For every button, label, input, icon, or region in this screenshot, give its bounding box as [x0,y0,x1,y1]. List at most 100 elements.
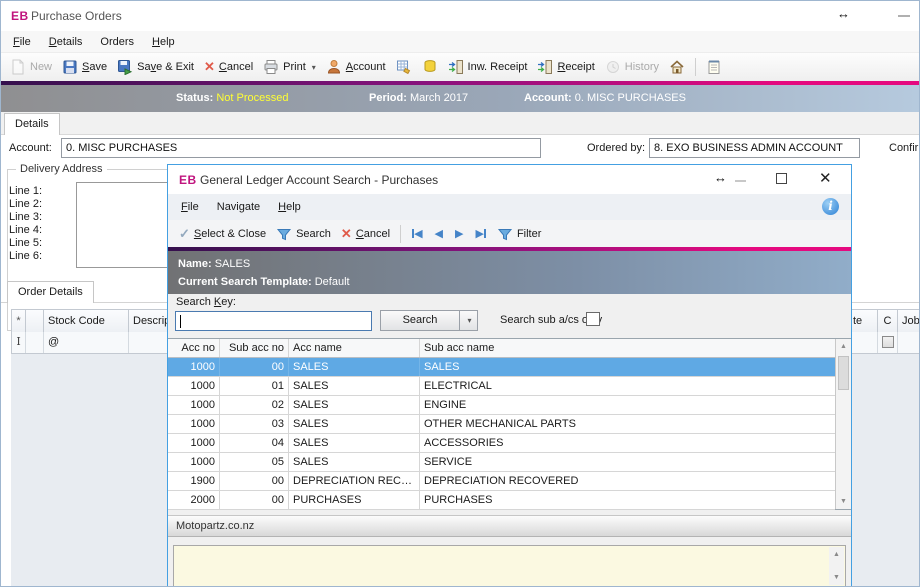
home-button[interactable] [664,55,690,79]
sub-acc-name-column-header[interactable]: Sub acc name [420,339,851,357]
nav-prev-button[interactable]: ◀ [429,225,449,242]
main-tabstrip: Details [1,112,919,135]
account-row[interactable]: 100001SALESELECTRICAL [168,377,835,396]
confirmed-label: Confirm [889,142,920,154]
scrollbar-thumb[interactable] [838,356,849,390]
cancel-button[interactable]: ✕ Cancel [199,55,258,79]
search-key-input[interactable] [175,311,372,331]
sub-acc-no-column-header[interactable]: Sub acc no [220,339,289,357]
search-key-label: Search Key: [176,296,236,308]
grid-cell: PURCHASES [420,491,835,509]
notes-panel[interactable]: ▲ ▼ [173,545,846,587]
nav-next-button[interactable]: ▶ [449,225,469,242]
dialog-toolbar: ✓ Select & Close Search ✕ Cancel ◀ ◀ ▶ ▶… [168,220,851,247]
account-button[interactable]: Account [321,55,391,79]
eb-logo: EB [179,173,197,187]
delivery-line2-label: Line 2: [9,198,42,210]
dialog-cancel-button[interactable]: ✕ Cancel [336,222,395,246]
coins-button[interactable] [417,55,443,79]
account-row[interactable]: 100004SALESACCESSORIES [168,434,835,453]
grid-cell: SALES [289,396,420,414]
save-exit-button[interactable]: Save & Exit [112,55,199,79]
dialog-menu-navigate[interactable]: Navigate [208,198,269,216]
grid-cell: OTHER MECHANICAL PARTS [420,415,835,433]
select-close-button[interactable]: ✓ Select & Close [174,222,271,246]
account-row[interactable]: 100003SALESOTHER MECHANICAL PARTS [168,415,835,434]
info-icon[interactable]: i [822,198,839,215]
table-lookup-button[interactable] [391,55,417,79]
grid-cell: 1000 [168,396,220,414]
nav-first-button[interactable]: ◀ [406,225,428,242]
dialog-menu-help[interactable]: Help [269,198,310,216]
scroll-up-icon[interactable]: ▲ [836,339,851,354]
account-row[interactable]: 100000SALESSALES [168,358,835,377]
notes-scrollbar[interactable]: ▲ ▼ [829,547,844,585]
grid-cell: SALES [289,358,420,376]
printer-icon [263,59,279,75]
maximize-icon[interactable] [776,173,787,184]
account-field[interactable] [61,138,541,158]
row-job-cell [898,332,920,353]
account-row[interactable]: 100002SALESENGINE [168,396,835,415]
job-column-header[interactable]: Job C [898,310,920,332]
nav-last-icon: ▶ [475,227,483,240]
grid-cell: ACCESSORIES [420,434,835,452]
dialog-header-panel: Name: SALES Current Search Template: Def… [168,251,851,294]
search-button[interactable]: Search [380,310,460,331]
grid-cell: 1000 [168,434,220,452]
receipt-button[interactable]: Receipt [532,55,599,79]
menu-help[interactable]: Help [143,33,184,51]
rate-column-header[interactable]: te [849,310,878,332]
marker-column-header[interactable]: * [12,310,26,332]
ordered-by-field[interactable] [649,138,860,158]
c-column-header[interactable]: C [878,310,898,332]
stock-code-column-header[interactable]: Stock Code [44,310,129,332]
menu-details[interactable]: Details [40,33,92,51]
banner-account-value: 0. MISC PURCHASES [575,92,686,104]
menu-file[interactable]: File [4,33,40,51]
search-toolbar-button[interactable]: Search [271,222,336,246]
scroll-down-icon[interactable]: ▼ [829,570,844,585]
menu-orders[interactable]: Orders [91,33,143,51]
account-row[interactable]: 100005SALESSERVICE [168,453,835,472]
close-icon[interactable]: ✕ [819,169,832,187]
grid-cell: 1000 [168,453,220,471]
notepad-button[interactable] [701,55,727,79]
resize-horizontal-icon[interactable]: ↔ [714,170,727,185]
print-button[interactable]: Print ▾ [258,55,321,79]
grid-cell: 03 [220,415,289,433]
search-sub-accounts-checkbox[interactable] [586,312,600,326]
grid-cell: 02 [220,396,289,414]
scroll-up-icon[interactable]: ▲ [829,547,844,562]
dialog-menu-file[interactable]: File [172,198,208,216]
filter-button[interactable]: Filter [492,222,546,246]
row-checkbox[interactable] [882,336,894,348]
row-c-cell [878,332,898,353]
acc-name-column-header[interactable]: Acc name [289,339,420,357]
save-button[interactable]: Save [57,55,112,79]
tab-order-details[interactable]: Order Details [7,281,94,303]
cancel-x-icon: ✕ [204,59,215,75]
main-toolbar: New Save Save & Exit ✕ Cancel Print ▾ Ac… [1,53,919,81]
account-row[interactable]: 190000DEPRECIATION RECOVEREDDEPRECIATION… [168,472,835,491]
search-dropdown-button[interactable]: ▾ [459,310,478,331]
account-row[interactable]: 200000PURCHASESPURCHASES [168,491,835,510]
grid-cell: PURCHASES [289,491,420,509]
nav-last-button[interactable]: ▶ [469,225,491,242]
new-button: New [5,55,57,79]
minimize-icon[interactable] [735,180,746,182]
print-dropdown-icon[interactable]: ▾ [312,63,316,72]
minimize-icon[interactable] [898,15,910,17]
scroll-down-icon[interactable]: ▼ [836,494,851,509]
grid-cell: 1000 [168,415,220,433]
save-icon [62,59,78,75]
resize-horizontal-icon[interactable]: ↔ [837,6,850,21]
tab-details[interactable]: Details [4,113,60,135]
delivery-line1-label: Line 1: [9,185,42,197]
acc-no-column-header[interactable]: Acc no [168,339,220,357]
inw-receipt-button[interactable]: Inw. Receipt [443,55,533,79]
row-blank-cell [26,332,44,353]
accounts-grid-body: 100000SALESSALES100001SALESELECTRICAL100… [168,358,835,510]
grid-vertical-scrollbar[interactable]: ▲ ▼ [835,339,851,509]
blank-column-header[interactable] [26,310,44,332]
